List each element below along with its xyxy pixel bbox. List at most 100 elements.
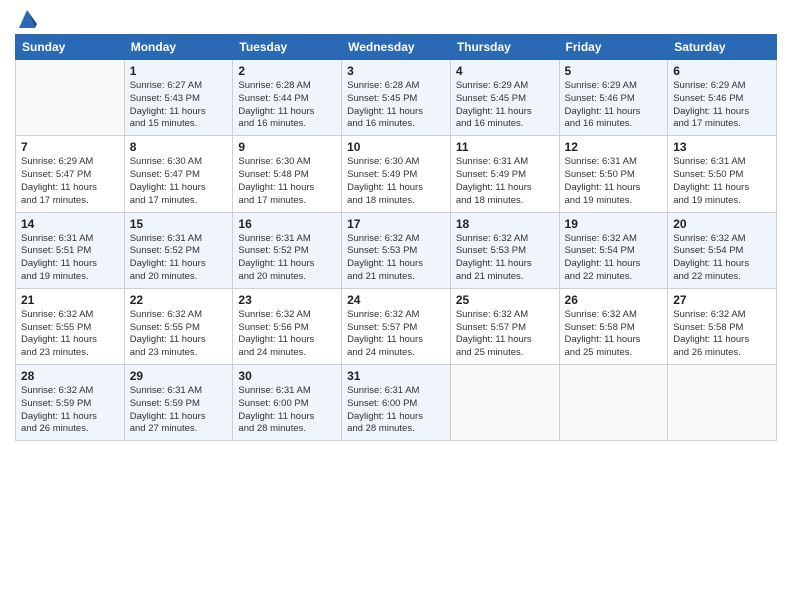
col-header-thursday: Thursday — [450, 35, 559, 60]
week-row-2: 7 Sunrise: 6:29 AM Sunset: 5:47 PM Daylig… — [16, 136, 777, 212]
day-info: Sunrise: 6:30 AM Sunset: 5:47 PM Dayligh… — [130, 156, 228, 207]
day-info: Sunrise: 6:27 AM Sunset: 5:43 PM Dayligh… — [130, 80, 228, 131]
day-number: 31 — [347, 369, 445, 383]
day-info: Sunrise: 6:29 AM Sunset: 5:46 PM Dayligh… — [565, 80, 663, 131]
col-header-wednesday: Wednesday — [342, 35, 451, 60]
calendar-cell: 7 Sunrise: 6:29 AM Sunset: 5:47 PM Daylig… — [16, 136, 125, 212]
day-number: 7 — [21, 140, 119, 154]
day-info: Sunrise: 6:31 AM Sunset: 5:52 PM Dayligh… — [130, 233, 228, 284]
calendar-cell — [450, 365, 559, 441]
day-number: 26 — [565, 293, 663, 307]
day-number: 10 — [347, 140, 445, 154]
day-info: Sunrise: 6:32 AM Sunset: 5:57 PM Dayligh… — [456, 309, 554, 360]
col-header-monday: Monday — [124, 35, 233, 60]
day-number: 8 — [130, 140, 228, 154]
day-info: Sunrise: 6:31 AM Sunset: 5:59 PM Dayligh… — [130, 385, 228, 436]
col-header-saturday: Saturday — [668, 35, 777, 60]
day-info: Sunrise: 6:32 AM Sunset: 5:59 PM Dayligh… — [21, 385, 119, 436]
calendar-cell: 27Sunrise: 6:32 AM Sunset: 5:58 PM Dayli… — [668, 288, 777, 364]
day-number: 18 — [456, 217, 554, 231]
day-number: 15 — [130, 217, 228, 231]
week-row-3: 14 Sunrise: 6:31 AM Sunset: 5:51 PM Dayli… — [16, 212, 777, 288]
day-number: 21 — [21, 293, 119, 307]
day-info: Sunrise: 6:31 AM Sunset: 6:00 PM Dayligh… — [238, 385, 336, 436]
week-row-1: 1 Sunrise: 6:27 AM Sunset: 5:43 PM Daylig… — [16, 60, 777, 136]
day-info: Sunrise: 6:31 AM Sunset: 6:00 PM Dayligh… — [347, 385, 445, 436]
day-info: Sunrise: 6:32 AM Sunset: 5:57 PM Dayligh… — [347, 309, 445, 360]
day-number: 28 — [21, 369, 119, 383]
calendar-cell: 29 Sunrise: 6:31 AM Sunset: 5:59 PM Dayli… — [124, 365, 233, 441]
day-number: 1 — [130, 64, 228, 78]
day-number: 24 — [347, 293, 445, 307]
calendar-cell: 26 Sunrise: 6:32 AM Sunset: 5:58 PM Dayli… — [559, 288, 668, 364]
col-header-friday: Friday — [559, 35, 668, 60]
calendar-cell: 5 Sunrise: 6:29 AM Sunset: 5:46 PM Daylig… — [559, 60, 668, 136]
calendar-cell: 15 Sunrise: 6:31 AM Sunset: 5:52 PM Dayli… — [124, 212, 233, 288]
day-info: Sunrise: 6:31 AM Sunset: 5:49 PM Dayligh… — [456, 156, 554, 207]
calendar-cell: 10 Sunrise: 6:30 AM Sunset: 5:49 PM Dayli… — [342, 136, 451, 212]
day-number: 12 — [565, 140, 663, 154]
day-number: 14 — [21, 217, 119, 231]
day-number: 23 — [238, 293, 336, 307]
calendar-cell: 22 Sunrise: 6:32 AM Sunset: 5:55 PM Dayli… — [124, 288, 233, 364]
day-info: Sunrise: 6:32 AM Sunset: 5:54 PM Dayligh… — [673, 233, 771, 284]
day-number: 25 — [456, 293, 554, 307]
day-number: 4 — [456, 64, 554, 78]
day-info: Sunrise: 6:32 AM Sunset: 5:56 PM Dayligh… — [238, 309, 336, 360]
calendar-cell: 30Sunrise: 6:31 AM Sunset: 6:00 PM Dayli… — [233, 365, 342, 441]
day-number: 22 — [130, 293, 228, 307]
day-number: 17 — [347, 217, 445, 231]
calendar-cell: 24 Sunrise: 6:32 AM Sunset: 5:57 PM Dayli… — [342, 288, 451, 364]
day-info: Sunrise: 6:31 AM Sunset: 5:51 PM Dayligh… — [21, 233, 119, 284]
day-number: 16 — [238, 217, 336, 231]
calendar-cell: 21 Sunrise: 6:32 AM Sunset: 5:55 PM Dayli… — [16, 288, 125, 364]
logo-icon — [17, 6, 37, 30]
day-number: 11 — [456, 140, 554, 154]
day-info: Sunrise: 6:29 AM Sunset: 5:47 PM Dayligh… — [21, 156, 119, 207]
day-number: 6 — [673, 64, 771, 78]
col-header-tuesday: Tuesday — [233, 35, 342, 60]
day-number: 13 — [673, 140, 771, 154]
calendar-cell: 14 Sunrise: 6:31 AM Sunset: 5:51 PM Dayli… — [16, 212, 125, 288]
calendar-cell: 9Sunrise: 6:30 AM Sunset: 5:48 PM Daylig… — [233, 136, 342, 212]
calendar-cell: 6 Sunrise: 6:29 AM Sunset: 5:46 PM Daylig… — [668, 60, 777, 136]
calendar-cell: 19Sunrise: 6:32 AM Sunset: 5:54 PM Dayli… — [559, 212, 668, 288]
day-info: Sunrise: 6:30 AM Sunset: 5:49 PM Dayligh… — [347, 156, 445, 207]
day-info: Sunrise: 6:29 AM Sunset: 5:46 PM Dayligh… — [673, 80, 771, 131]
day-number: 5 — [565, 64, 663, 78]
calendar-cell: 31 Sunrise: 6:31 AM Sunset: 6:00 PM Dayli… — [342, 365, 451, 441]
calendar-cell: 16 Sunrise: 6:31 AM Sunset: 5:52 PM Dayli… — [233, 212, 342, 288]
calendar-cell: 2Sunrise: 6:28 AM Sunset: 5:44 PM Daylig… — [233, 60, 342, 136]
calendar-cell: 8 Sunrise: 6:30 AM Sunset: 5:47 PM Daylig… — [124, 136, 233, 212]
day-info: Sunrise: 6:30 AM Sunset: 5:48 PM Dayligh… — [238, 156, 336, 207]
calendar-cell: 13Sunrise: 6:31 AM Sunset: 5:50 PM Dayli… — [668, 136, 777, 212]
calendar-cell: 3 Sunrise: 6:28 AM Sunset: 5:45 PM Daylig… — [342, 60, 451, 136]
day-info: Sunrise: 6:32 AM Sunset: 5:58 PM Dayligh… — [673, 309, 771, 360]
day-number: 20 — [673, 217, 771, 231]
day-number: 29 — [130, 369, 228, 383]
calendar-cell — [668, 365, 777, 441]
day-info: Sunrise: 6:32 AM Sunset: 5:58 PM Dayligh… — [565, 309, 663, 360]
calendar-table: SundayMondayTuesdayWednesdayThursdayFrid… — [15, 34, 777, 441]
day-info: Sunrise: 6:29 AM Sunset: 5:45 PM Dayligh… — [456, 80, 554, 131]
day-info: Sunrise: 6:32 AM Sunset: 5:53 PM Dayligh… — [456, 233, 554, 284]
calendar-cell: 4 Sunrise: 6:29 AM Sunset: 5:45 PM Daylig… — [450, 60, 559, 136]
calendar-cell: 1 Sunrise: 6:27 AM Sunset: 5:43 PM Daylig… — [124, 60, 233, 136]
day-number: 19 — [565, 217, 663, 231]
calendar-cell: 12Sunrise: 6:31 AM Sunset: 5:50 PM Dayli… — [559, 136, 668, 212]
day-info: Sunrise: 6:28 AM Sunset: 5:45 PM Dayligh… — [347, 80, 445, 131]
day-info: Sunrise: 6:32 AM Sunset: 5:55 PM Dayligh… — [130, 309, 228, 360]
day-number: 3 — [347, 64, 445, 78]
calendar-cell: 25 Sunrise: 6:32 AM Sunset: 5:57 PM Dayli… — [450, 288, 559, 364]
header-row: SundayMondayTuesdayWednesdayThursdayFrid… — [16, 35, 777, 60]
day-info: Sunrise: 6:28 AM Sunset: 5:44 PM Dayligh… — [238, 80, 336, 131]
calendar-cell: 20 Sunrise: 6:32 AM Sunset: 5:54 PM Dayli… — [668, 212, 777, 288]
calendar-cell: 23 Sunrise: 6:32 AM Sunset: 5:56 PM Dayli… — [233, 288, 342, 364]
calendar-cell: 28 Sunrise: 6:32 AM Sunset: 5:59 PM Dayli… — [16, 365, 125, 441]
calendar-cell — [16, 60, 125, 136]
col-header-sunday: Sunday — [16, 35, 125, 60]
day-info: Sunrise: 6:32 AM Sunset: 5:55 PM Dayligh… — [21, 309, 119, 360]
logo — [15, 10, 37, 26]
day-info: Sunrise: 6:31 AM Sunset: 5:52 PM Dayligh… — [238, 233, 336, 284]
header — [15, 10, 777, 26]
